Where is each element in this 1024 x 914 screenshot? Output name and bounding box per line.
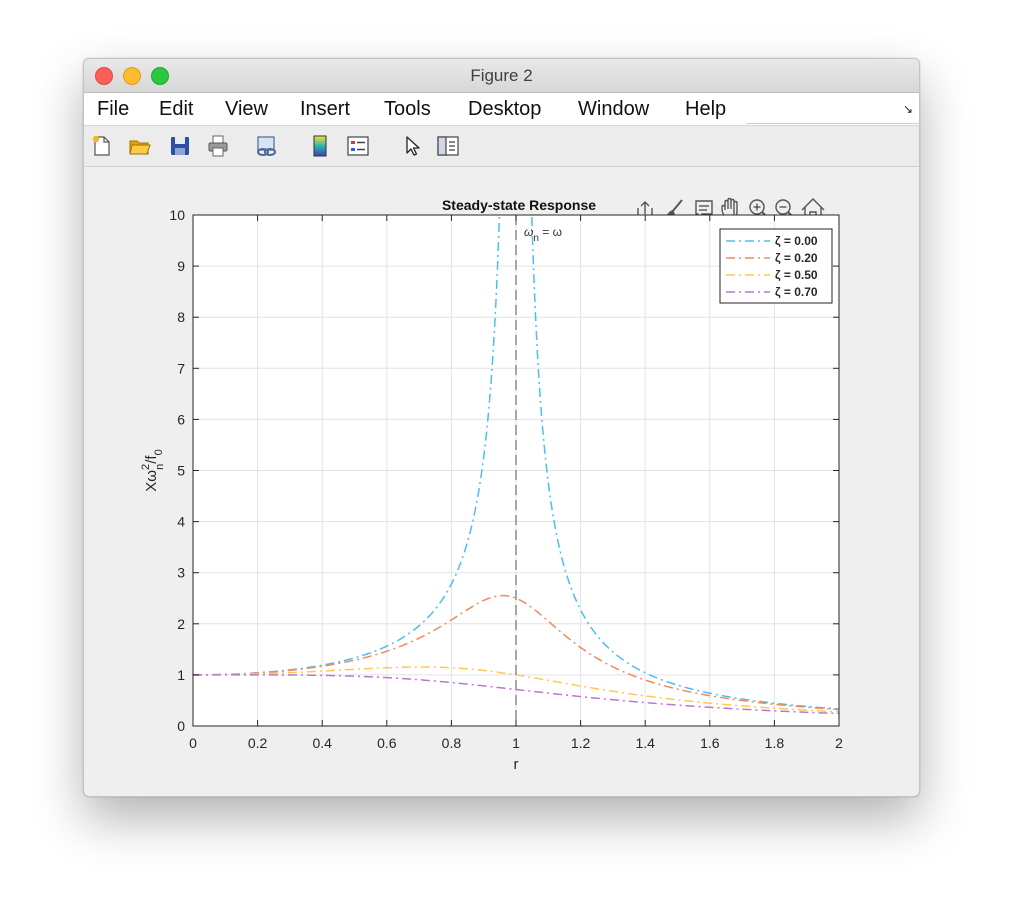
menu-window[interactable]: Window	[578, 98, 649, 121]
y-tick-label: 9	[177, 258, 185, 274]
y-tick-label: 4	[177, 514, 185, 530]
property-inspector-icon[interactable]	[436, 134, 460, 158]
y-tick-label: 0	[177, 718, 185, 734]
print-icon[interactable]	[206, 134, 230, 158]
menu-file[interactable]: File	[97, 98, 129, 121]
legend-icon[interactable]	[346, 134, 370, 158]
figure-toolbar	[84, 126, 919, 167]
chart-title: Steady-state Response	[442, 197, 596, 213]
x-tick-label: 2	[835, 735, 843, 751]
y-tick-label: 2	[177, 616, 185, 632]
x-tick-label: 0.2	[248, 735, 268, 751]
menu-help[interactable]: Help	[685, 98, 726, 121]
link-plot-icon[interactable]	[255, 134, 279, 158]
y-axis-label: Xω2 n/f0	[140, 449, 166, 491]
y-tick-label: 7	[177, 360, 185, 376]
dock-arrow-icon[interactable]: ↘	[903, 102, 913, 116]
x-tick-label: 0	[189, 735, 197, 751]
x-tick-label: 0.4	[312, 735, 332, 751]
menu-separator	[746, 123, 919, 124]
window-title: Figure 2	[470, 66, 533, 85]
y-tick-label: 1	[177, 667, 185, 683]
colorbar-icon[interactable]	[308, 134, 332, 158]
title-bar[interactable]: Figure 2	[84, 59, 919, 93]
open-folder-icon[interactable]	[128, 134, 152, 158]
figure-window: Figure 2 File Edit View Insert Tools Des…	[83, 58, 920, 797]
y-tick-label: 3	[177, 565, 185, 581]
pointer-icon[interactable]	[400, 134, 424, 158]
save-icon[interactable]	[168, 134, 192, 158]
menu-edit[interactable]: Edit	[159, 98, 193, 121]
menu-tools[interactable]: Tools	[384, 98, 431, 121]
x-tick-label: 1.4	[635, 735, 655, 751]
legend-label: ζ = 0.70	[775, 285, 818, 299]
menu-desktop[interactable]: Desktop	[468, 98, 541, 121]
x-tick-label: 0.6	[377, 735, 397, 751]
menu-bar: File Edit View Insert Tools Desktop Wind…	[84, 93, 919, 126]
x-tick-label: 1	[512, 735, 520, 751]
menu-view[interactable]: View	[225, 98, 268, 121]
y-tick-label: 5	[177, 463, 185, 479]
legend-label: ζ = 0.00	[775, 234, 818, 248]
legend-label: ζ = 0.20	[775, 251, 818, 265]
y-tick-label: 10	[169, 207, 185, 223]
x-axis-label: r	[514, 756, 519, 773]
y-tick-label: 8	[177, 309, 185, 325]
chart: ωn = ω0 0.2 0.4 0.6 0.8 1 1.2 1.4 1.6 1.8 20123456…	[140, 197, 843, 773]
new-figure-icon[interactable]	[90, 134, 114, 158]
figure-canvas[interactable]: ωn = ω0 0.2 0.4 0.6 0.8 1 1.2 1.4 1.6 1.8 20123456…	[84, 166, 919, 796]
x-tick-label: 1.6	[700, 735, 720, 751]
legend: ζ = 0.00 ζ = 0.20 ζ = 0.50 ζ = 0.70	[719, 228, 833, 304]
x-tick-label: 1.8	[765, 735, 785, 751]
menu-insert[interactable]: Insert	[300, 98, 350, 121]
x-tick-label: 0.8	[442, 735, 462, 751]
legend-label: ζ = 0.50	[775, 268, 818, 282]
x-tick-label: 1.2	[571, 735, 591, 751]
y-tick-label: 6	[177, 411, 185, 427]
